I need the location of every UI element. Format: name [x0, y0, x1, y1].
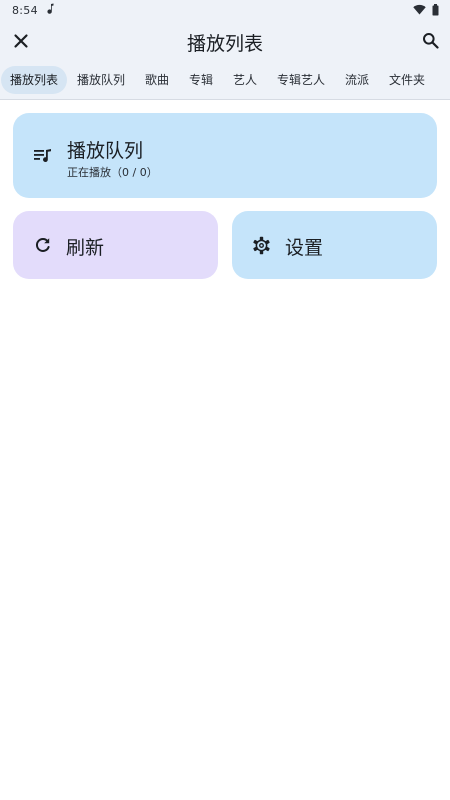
tab-artists[interactable]: 艺人 [226, 66, 264, 94]
search-icon [422, 32, 439, 49]
play-queue-card[interactable]: 播放队列 正在播放（0 / 0） [13, 113, 437, 198]
tab-genres[interactable]: 流派 [338, 66, 376, 94]
battery-icon [432, 4, 439, 19]
now-playing-status: 正在播放（0 / 0） [67, 166, 158, 179]
settings-icon [253, 236, 270, 255]
queue-music-icon [34, 149, 51, 163]
tab-songs[interactable]: 歌曲 [138, 66, 176, 94]
page-title: 播放列表 [186, 33, 263, 55]
wifi-icon [413, 4, 426, 18]
status-bar: 8:54 [0, 0, 450, 20]
music-note-icon [45, 3, 55, 18]
refresh-icon [36, 238, 50, 252]
play-queue-title: 播放队列 [67, 140, 144, 162]
refresh-label: 刷新 [66, 237, 105, 259]
top-bar: 8:54 播放列表 播放列表 播放队列 歌曲 专辑 艺人 专辑艺人 流派 文件夹 [0, 0, 450, 100]
search-button[interactable] [418, 28, 442, 52]
tab-play-queue[interactable]: 播放队列 [71, 66, 131, 94]
tab-folders[interactable]: 文件夹 [383, 66, 431, 94]
status-time: 8:54 [12, 4, 38, 17]
settings-button[interactable]: 设置 [232, 211, 437, 279]
category-tabs: 播放列表 播放队列 歌曲 专辑 艺人 专辑艺人 流派 文件夹 [0, 66, 450, 96]
tab-albums[interactable]: 专辑 [182, 66, 220, 94]
settings-label: 设置 [285, 237, 324, 259]
tab-album-artists[interactable]: 专辑艺人 [271, 66, 331, 94]
refresh-button[interactable]: 刷新 [13, 211, 218, 279]
tab-playlists[interactable]: 播放列表 [1, 66, 67, 94]
